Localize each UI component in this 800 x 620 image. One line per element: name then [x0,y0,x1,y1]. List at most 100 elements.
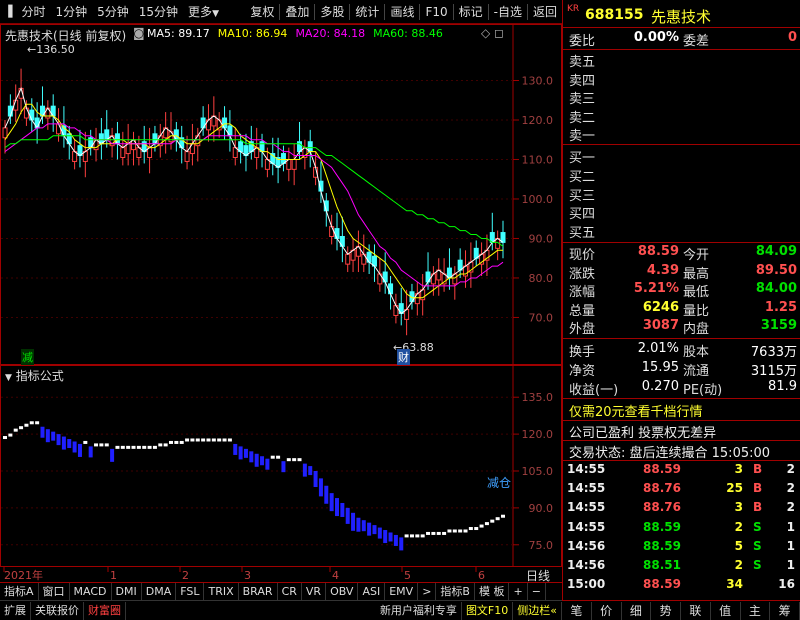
panel-tab[interactable]: 笔 [562,601,592,620]
indicator-bar [452,529,457,533]
tab-indicator-a[interactable]: 指标A [0,582,39,601]
finance-marker[interactable]: 财 [397,349,410,365]
period-more-button[interactable]: 更多▼ [183,0,224,24]
panel-tab[interactable]: 价 [592,601,622,620]
indicator-bar [313,471,318,487]
y-tick-label: 105.0 [522,465,554,478]
ask-row[interactable]: 卖三 [563,88,800,107]
ask-label: 卖四 [569,73,596,89]
menu-icon[interactable]: ▐ [0,5,16,18]
tick-count: 2 [786,500,795,515]
tab-dmi[interactable]: DMI [112,582,142,601]
tab-indicator-b[interactable]: 指标B [436,582,475,601]
price-chart[interactable]: 130.0 120.0 110.0 100.0 90.0 80.0 70.0 [1,25,561,364]
ask-row[interactable]: 卖五 [563,51,800,70]
period-tab-15min[interactable]: 15分钟 [134,0,183,24]
indicator-bar [163,443,168,447]
sidebar-toggle-button[interactable]: 侧边栏« [513,601,562,620]
fund-label: 换手 [569,345,596,360]
bid-row[interactable]: 买五 [563,222,800,241]
ask-row[interactable]: 卖二 [563,107,800,126]
panel-tab[interactable]: 值 [711,601,741,620]
f10-button[interactable]: F10 [420,0,452,24]
level2-promo[interactable]: 仅需20元查看千档行情 [563,401,800,420]
ma-settings-icon[interactable]: ◙ [133,26,145,40]
tick-volume: 3 [734,462,743,476]
price-chart-panel[interactable]: 130.0 120.0 110.0 100.0 90.0 80.0 70.0 先惠技术(日线… [0,24,562,365]
fund-label: PE(动) [683,383,723,398]
bid-row[interactable]: 买二 [563,166,800,185]
bid-row[interactable]: 买一 [563,147,800,166]
expand-button[interactable]: 扩展 [0,601,31,620]
tabs-scroll-right-icon[interactable]: > [418,582,437,601]
indicator-chart[interactable]: 135.0 120.0 105.0 90.0 75.0 [1,366,561,566]
ma20-label: MA20: 84.18 [295,27,366,40]
tab-obv[interactable]: OBV [326,582,359,601]
period-toolbar: ▐ 分时 1分钟 5分钟 15分钟 更多▼ 复权 叠加 多股 统计 画线 F10… [0,0,562,24]
panel-tab[interactable]: 势 [651,601,681,620]
period-tab-1min[interactable]: 1分钟 [50,0,92,24]
indicator-bar [281,461,286,473]
indicator-bar [152,445,157,449]
period-tab-fenshi[interactable]: 分时 [16,0,50,24]
tick-direction: B [753,462,763,476]
indicator-bar [83,440,88,444]
multi-stock-button[interactable]: 多股 [315,0,349,24]
new-user-promo-link[interactable]: 新用户福利专享 [376,601,462,620]
statistics-button[interactable]: 统计 [350,0,384,24]
x-tick-label: 5 [404,569,411,582]
indicator-panel[interactable]: 135.0 120.0 105.0 90.0 75.0 ▼ 指标公式 减仓 [0,365,562,567]
tab-dma[interactable]: DMA [142,582,177,601]
tab-fsl[interactable]: FSL [176,582,205,601]
indicator-bar [431,531,436,535]
ask-row[interactable]: 卖一 [563,125,800,144]
back-button[interactable]: 返回 [528,0,562,24]
indicator-bar [174,440,179,444]
tab-brar[interactable]: BRAR [239,582,278,601]
panel-tab[interactable]: 筹 [770,601,800,620]
tick-time: 14:55 [567,500,606,515]
status-bar: 扩展 关联报价 财富圈 新用户福利专享 图文F10 侧边栏« [0,601,562,620]
tab-trix[interactable]: TRIX [204,582,239,601]
tab-emv[interactable]: EMV [385,582,419,601]
tab-window[interactable]: 窗口 [39,582,70,601]
tick-price: 88.59 [643,519,681,534]
stat-row: 现价 88.59 今开 84.09 [563,244,800,263]
related-quotes-button[interactable]: 关联报价 [31,601,84,620]
indicator-title[interactable]: ▼ 指标公式 [5,367,64,384]
panel-tab[interactable]: 主 [741,601,771,620]
stock-header: KR 688155 先惠技术 [563,0,800,28]
indicator-bar [383,530,388,544]
chart-title: 先惠技术(日线 前复权) [5,29,127,43]
wealth-circle-button[interactable]: 财富圈 [84,601,126,620]
tab-template[interactable]: 模 板 [475,582,510,601]
panel-tab[interactable]: 联 [681,601,711,620]
add-indicator-button[interactable]: + [509,582,528,601]
tab-cr[interactable]: CR [278,582,302,601]
indicator-bar [463,529,468,533]
fuquan-button[interactable]: 复权 [245,0,279,24]
tab-vr[interactable]: VR [302,582,327,601]
collapse-icon[interactable]: ◇ ◻ [481,26,504,40]
draw-line-button[interactable]: 画线 [385,0,419,24]
reduce-marker[interactable]: 减 [21,349,34,365]
bid-row[interactable]: 买三 [563,185,800,204]
f10-graphic-button[interactable]: 图文F10 [462,601,514,620]
weibi-row: 委比 0.00% 委差 0 [569,30,797,49]
bid-row[interactable]: 买四 [563,203,800,222]
tab-macd[interactable]: MACD [70,582,112,601]
panel-tab[interactable]: 细 [622,601,652,620]
ask-row[interactable]: 卖四 [563,70,800,89]
stat-row: 外盘 3087 内盘 3159 [563,318,800,337]
bid-label: 买二 [569,169,596,185]
remove-watchlist-button[interactable]: -自选 [489,0,527,24]
tab-asi[interactable]: ASI [358,582,386,601]
indicator-bar [495,517,500,521]
period-tab-5min[interactable]: 5分钟 [92,0,134,24]
reduce-position-label: 减仓 [487,476,512,490]
remove-indicator-button[interactable]: − [528,582,546,601]
overlay-button[interactable]: 叠加 [280,0,314,24]
indicator-bar [447,529,452,533]
x-tick-label: 2021年 [4,568,43,582]
mark-button[interactable]: 标记 [454,0,488,24]
